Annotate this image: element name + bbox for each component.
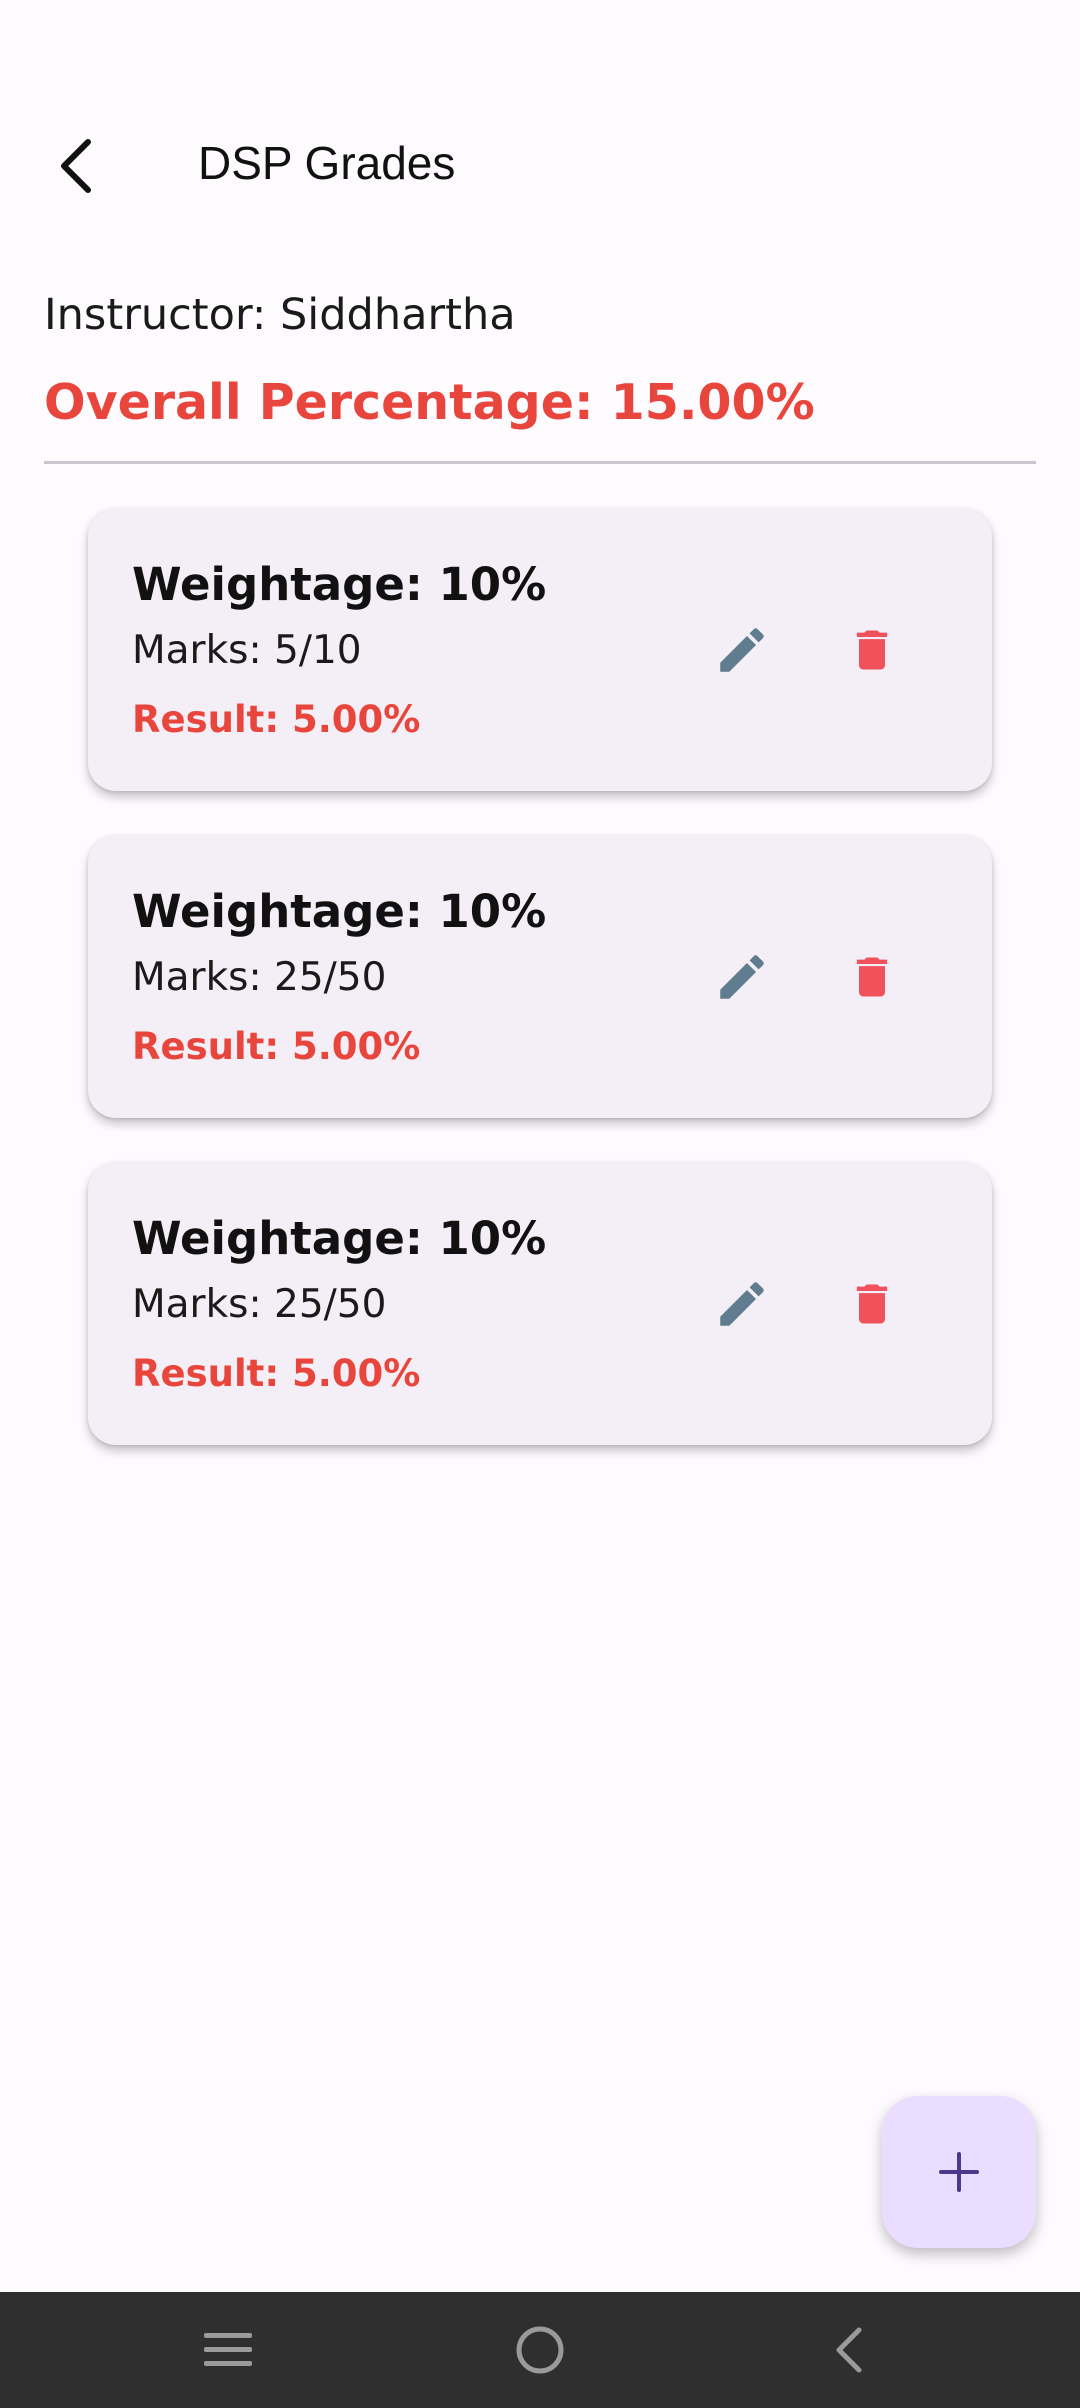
home-button[interactable] [480,2310,600,2390]
grade-card[interactable]: Weightage: 10% Marks: 25/50 Result: 5.00… [88,835,992,1118]
grade-card[interactable]: Weightage: 10% Marks: 5/10 Result: 5.00% [88,508,992,791]
arrow-back-icon [61,139,91,193]
trash-icon [856,630,888,670]
grade-result: Result: 5.00% [132,1352,421,1395]
add-grade-button[interactable] [882,2096,1036,2248]
instructor-label: Instructor: Siddhartha [44,290,516,340]
delete-button[interactable] [832,1264,912,1344]
plus-icon [939,2152,979,2192]
overall-percentage: Overall Percentage: 15.00% [44,374,815,431]
delete-button[interactable] [832,937,912,1017]
grade-result: Result: 5.00% [132,1025,421,1068]
grade-marks: Marks: 5/10 [132,628,362,673]
app-bar: DSP Grades [0,0,1080,330]
trash-icon [856,1284,888,1324]
delete-button[interactable] [832,610,912,690]
pencil-icon [720,628,764,672]
grade-list: Weightage: 10% Marks: 5/10 Result: 5.00%… [88,508,992,1489]
edit-button[interactable] [702,1264,782,1344]
system-back-button[interactable] [788,2310,908,2390]
grade-weightage: Weightage: 10% [132,1212,547,1265]
system-nav-bar [0,2292,1080,2408]
menu-icon [204,2333,252,2366]
divider [44,461,1036,464]
back-button[interactable] [44,126,108,206]
page-title: DSP Grades [198,137,456,189]
pencil-icon [720,1282,764,1326]
grade-weightage: Weightage: 10% [132,558,547,611]
back-icon [836,2327,862,2373]
pencil-icon [720,955,764,999]
grade-weightage: Weightage: 10% [132,885,547,938]
grade-marks: Marks: 25/50 [132,955,387,1000]
edit-button[interactable] [702,937,782,1017]
grade-result: Result: 5.00% [132,698,421,741]
grade-marks: Marks: 25/50 [132,1282,387,1327]
grade-card[interactable]: Weightage: 10% Marks: 25/50 Result: 5.00… [88,1162,992,1445]
home-icon [516,2326,564,2374]
recent-apps-button[interactable] [168,2310,288,2390]
edit-button[interactable] [702,610,782,690]
trash-icon [856,957,888,997]
